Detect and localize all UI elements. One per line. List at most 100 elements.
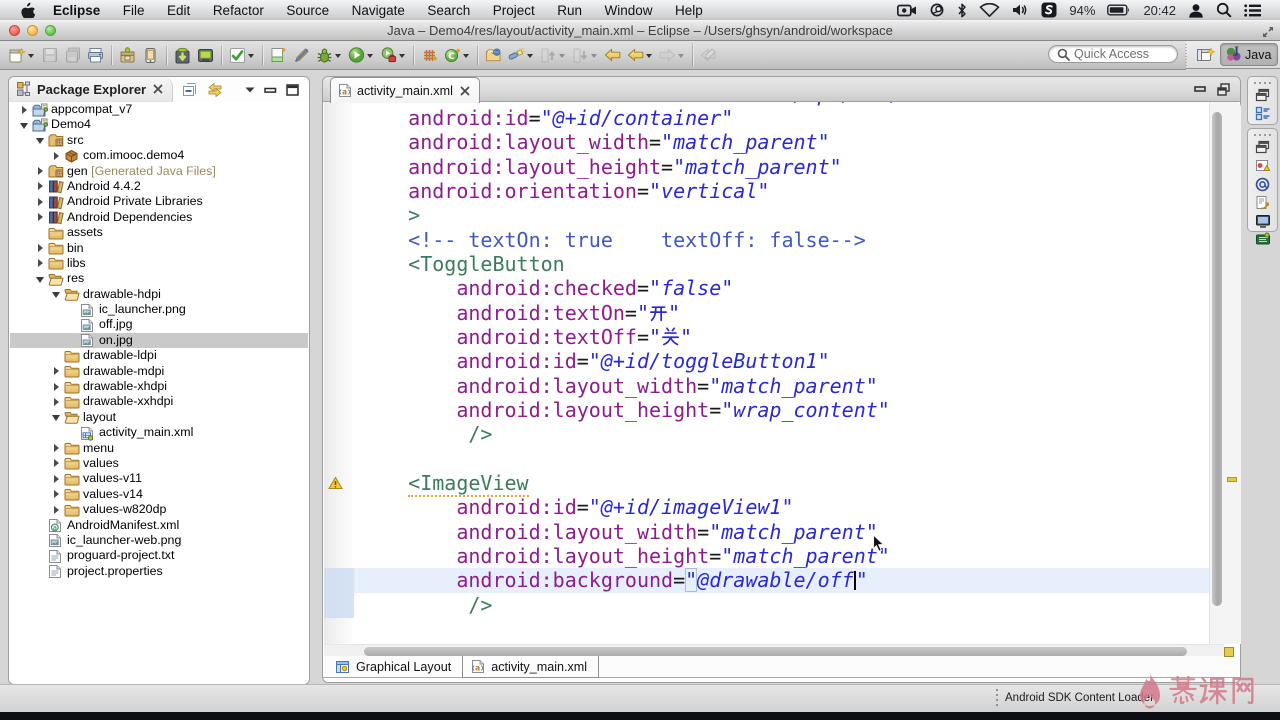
dropdown-caret-icon[interactable] — [463, 54, 469, 58]
tree-expanded-arrow-icon[interactable] — [51, 289, 61, 299]
tree-item-drawable-ldpi[interactable]: drawable-ldpi — [10, 348, 308, 363]
bottom-tab-activity-main-xml[interactable]: a activity_main.xml — [462, 656, 600, 678]
tree-item-gen[interactable]: gen [Generated Java Files] — [10, 164, 308, 179]
tree-item-off-jpg[interactable]: off.jpg — [10, 317, 308, 332]
menu-edit[interactable]: Edit — [167, 3, 190, 18]
close-tab-icon[interactable] — [460, 86, 470, 96]
tree-expanded-arrow-icon[interactable] — [51, 412, 61, 422]
tree-expanded-arrow-icon[interactable] — [35, 274, 45, 284]
dropdown-caret-icon[interactable] — [399, 54, 405, 58]
javadoc-view-button[interactable] — [1248, 176, 1277, 193]
dropdown-caret-icon[interactable] — [527, 54, 533, 58]
tree-collapsed-arrow-icon[interactable] — [51, 474, 61, 484]
minimize-icon[interactable] — [264, 84, 277, 96]
menu-refactor[interactable]: Refactor — [213, 3, 264, 18]
horizontal-scrollbar-thumb[interactable] — [364, 646, 1187, 656]
menu-source[interactable]: Source — [286, 3, 329, 18]
tree-item-androidmanifest-xml[interactable]: a AndroidManifest.xml — [10, 518, 308, 533]
link-editor-icon[interactable] — [207, 82, 223, 98]
tree-item-android-private-libraries[interactable]: Android Private Libraries — [10, 194, 308, 210]
dropdown-caret-icon[interactable] — [591, 54, 597, 58]
print-button[interactable] — [84, 43, 107, 67]
tree-item-values-w820dp[interactable]: values-w820dp — [10, 502, 308, 517]
console-view-button[interactable] — [1248, 213, 1277, 230]
quick-access-input[interactable]: Quick Access — [1048, 45, 1178, 63]
tree-item-project-properties[interactable]: project.properties — [10, 564, 308, 579]
menu-help[interactable]: Help — [675, 3, 703, 18]
debug-button[interactable] — [313, 43, 345, 67]
tree-item-drawable-xhdpi[interactable]: drawable-xhdpi — [10, 379, 308, 394]
minimize-view-icon[interactable] — [1194, 83, 1207, 96]
tree-collapsed-arrow-icon[interactable] — [35, 212, 45, 222]
window-title-bar[interactable]: Java – Demo4/res/layout/activity_main.xm… — [0, 20, 1280, 41]
tree-collapsed-arrow-icon[interactable] — [35, 166, 45, 176]
tree-collapsed-arrow-icon[interactable] — [51, 443, 61, 453]
tree-collapsed-arrow-icon[interactable] — [51, 382, 61, 392]
tree-item-ic-launcher-web-png[interactable]: ic_launcher-web.png — [10, 533, 308, 548]
input-method-icon[interactable] — [1041, 2, 1057, 18]
package-explorer-tab[interactable]: Package Explorer — [9, 77, 174, 102]
maximize-icon[interactable] — [286, 83, 299, 96]
search-button[interactable] — [505, 43, 537, 67]
declaration-view-button[interactable] — [1248, 194, 1277, 211]
fullscreen-icon[interactable] — [1262, 26, 1274, 38]
new-wizard-button[interactable] — [6, 43, 38, 67]
tree-item-bin[interactable]: bin — [10, 241, 308, 256]
dropdown-caret-icon[interactable] — [367, 54, 373, 58]
java-perspective-button[interactable]: J Java — [1220, 43, 1279, 66]
tree-item-drawable-mdpi[interactable]: drawable-mdpi — [10, 364, 308, 379]
tray-text[interactable]: 94% — [1069, 3, 1095, 18]
window-minimize-button[interactable] — [27, 25, 38, 36]
tree-item-demo4[interactable]: Demo4 — [10, 117, 308, 132]
volume-icon[interactable] — [1012, 3, 1029, 17]
dropdown-caret-icon[interactable] — [248, 54, 254, 58]
tree-collapsed-arrow-icon[interactable] — [19, 105, 29, 115]
tree-item-res[interactable]: res — [10, 271, 308, 286]
tree-item-layout[interactable]: layout — [10, 410, 308, 425]
tree-item-libs[interactable]: libs — [10, 256, 308, 271]
code-editor[interactable]: xmlns:tools="schemas.android.com/apk/res… — [324, 102, 1209, 644]
menu-run[interactable]: Run — [557, 3, 582, 18]
tree-collapsed-arrow-icon[interactable] — [51, 489, 61, 499]
battery-icon[interactable] — [1107, 4, 1131, 16]
strip-drag-handle[interactable] — [1254, 80, 1271, 85]
app-circle-icon[interactable] — [929, 3, 945, 17]
window-zoom-button[interactable] — [45, 25, 56, 36]
menu-project[interactable]: Project — [493, 3, 535, 18]
new-class-button[interactable]: C — [441, 43, 473, 67]
toggle-mark-occurrences-button[interactable] — [290, 43, 313, 67]
dropdown-caret-icon[interactable] — [28, 54, 34, 58]
tree-collapsed-arrow-icon[interactable] — [51, 366, 61, 376]
tray-text[interactable]: 20:42 — [1143, 3, 1176, 18]
tree-item-assets[interactable]: assets — [10, 225, 308, 240]
avd-manager-button[interactable] — [139, 43, 162, 67]
notification-center-icon[interactable] — [1244, 3, 1261, 17]
tree-collapsed-arrow-icon[interactable] — [35, 243, 45, 253]
maximize-view-icon[interactable] — [1217, 83, 1230, 96]
menu-file[interactable]: File — [123, 3, 145, 18]
tree-collapsed-arrow-icon[interactable] — [51, 151, 61, 161]
menu-navigate[interactable]: Navigate — [352, 3, 405, 18]
dropdown-caret-icon[interactable] — [646, 54, 652, 58]
menu-eclipse[interactable]: Eclipse — [53, 3, 100, 18]
tree-item-menu[interactable]: menu — [10, 441, 308, 456]
tree-collapsed-arrow-icon[interactable] — [51, 458, 61, 468]
android-sdk-manager-button[interactable] — [116, 43, 139, 67]
tree-item-values[interactable]: values — [10, 456, 308, 471]
window-close-button[interactable] — [9, 25, 20, 36]
editor-tab-activity-main[interactable]: a activity_main.xml — [330, 77, 480, 103]
wifi-icon[interactable] — [979, 3, 1000, 17]
device-screen-capture-button[interactable] — [194, 43, 217, 67]
outline-view-button[interactable] — [1248, 105, 1277, 122]
tree-item-proguard-project-txt[interactable]: proguard-project.txt — [10, 548, 308, 563]
tree-item-android-4-4-2[interactable]: Android 4.4.2 — [10, 179, 308, 194]
coverage-button[interactable] — [418, 43, 441, 67]
tree-expanded-arrow-icon[interactable] — [19, 120, 29, 130]
new-test-button[interactable] — [226, 43, 258, 67]
problems-view-button[interactable] — [1248, 157, 1277, 174]
new-android-xml-button[interactable] — [267, 43, 290, 67]
logcat-view-button[interactable] — [1248, 231, 1277, 248]
tree-item-android-dependencies[interactable]: Android Dependencies — [10, 210, 308, 225]
tree-collapsed-arrow-icon[interactable] — [35, 258, 45, 268]
dropdown-caret-icon[interactable] — [678, 54, 684, 58]
